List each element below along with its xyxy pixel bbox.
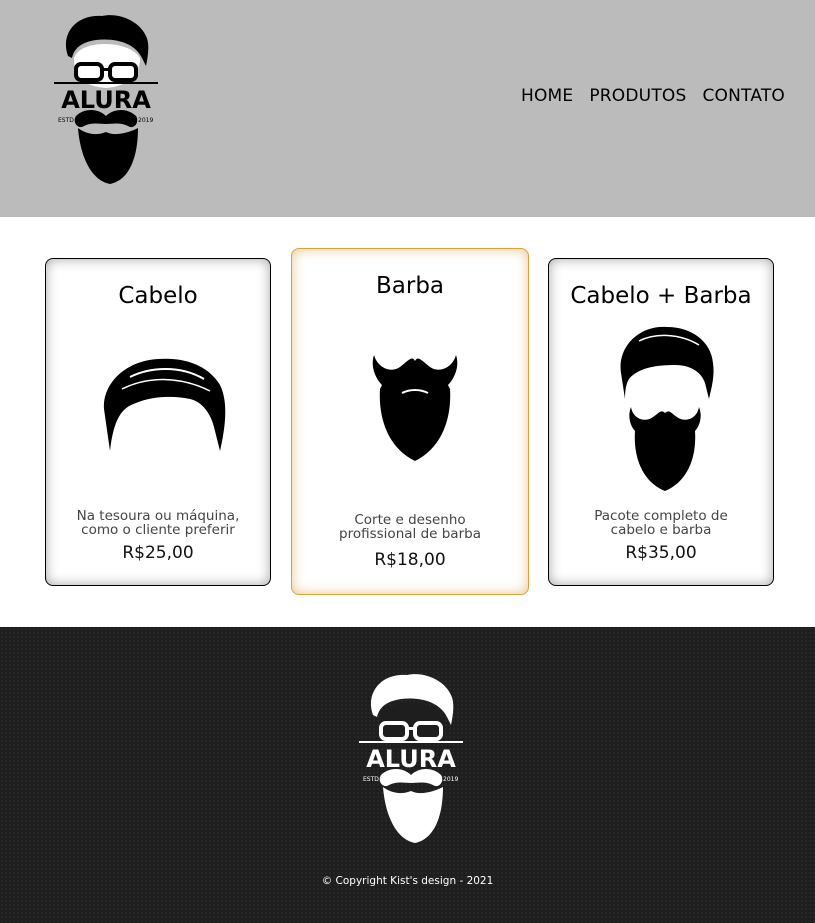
products-section: Cabelo Na tesoura ou máquina, como o cli… (0, 217, 815, 627)
footer-alura-logo: ALURA ESTD 2019 (359, 674, 463, 843)
nav-contato[interactable]: CONTATO (702, 86, 785, 106)
product-card-barba[interactable]: Barba Corte e desenho profissional de ba… (291, 248, 529, 595)
main-nav: HOME PRODUTOS CONTATO (521, 86, 785, 106)
card-description: Na tesoura ou máquina, como o cliente pr… (76, 508, 240, 538)
site-header: ALURA ESTD 2019 HOME PRODUTOS CONTATO (0, 0, 815, 217)
product-card-cabelo-barba[interactable]: Cabelo + Barba Pacote completo de cabelo… (548, 258, 774, 586)
beard-icon (372, 355, 458, 461)
svg-text:ESTD: ESTD (363, 776, 379, 783)
alura-logo[interactable]: ALURA ESTD 2019 (54, 12, 158, 186)
hair-and-beard-icon (620, 326, 714, 491)
svg-text:2019: 2019 (443, 776, 458, 783)
svg-text:ESTD: ESTD (58, 117, 74, 124)
site-footer: ALURA ESTD 2019 © Copyright Kist's desig… (0, 627, 815, 923)
svg-text:ALURA: ALURA (61, 86, 151, 114)
nav-home[interactable]: HOME (521, 86, 573, 106)
svg-text:2019: 2019 (138, 117, 153, 124)
card-title: Barba (375, 273, 445, 299)
card-title: Cabelo (118, 283, 198, 309)
card-price: R$35,00 (625, 543, 697, 563)
svg-text:ALURA: ALURA (366, 745, 456, 773)
card-title: Cabelo + Barba (570, 283, 752, 309)
nav-produtos[interactable]: PRODUTOS (589, 86, 686, 106)
card-price: R$25,00 (122, 543, 194, 563)
card-description: Corte e desenho profissional de barba (339, 512, 481, 542)
hair-icon (103, 358, 226, 451)
copyright-text: © Copyright Kist's design - 2021 (321, 875, 494, 887)
product-card-cabelo[interactable]: Cabelo Na tesoura ou máquina, como o cli… (45, 258, 271, 586)
card-description: Pacote completo de cabelo e barba (594, 508, 728, 538)
card-price: R$18,00 (374, 550, 446, 570)
